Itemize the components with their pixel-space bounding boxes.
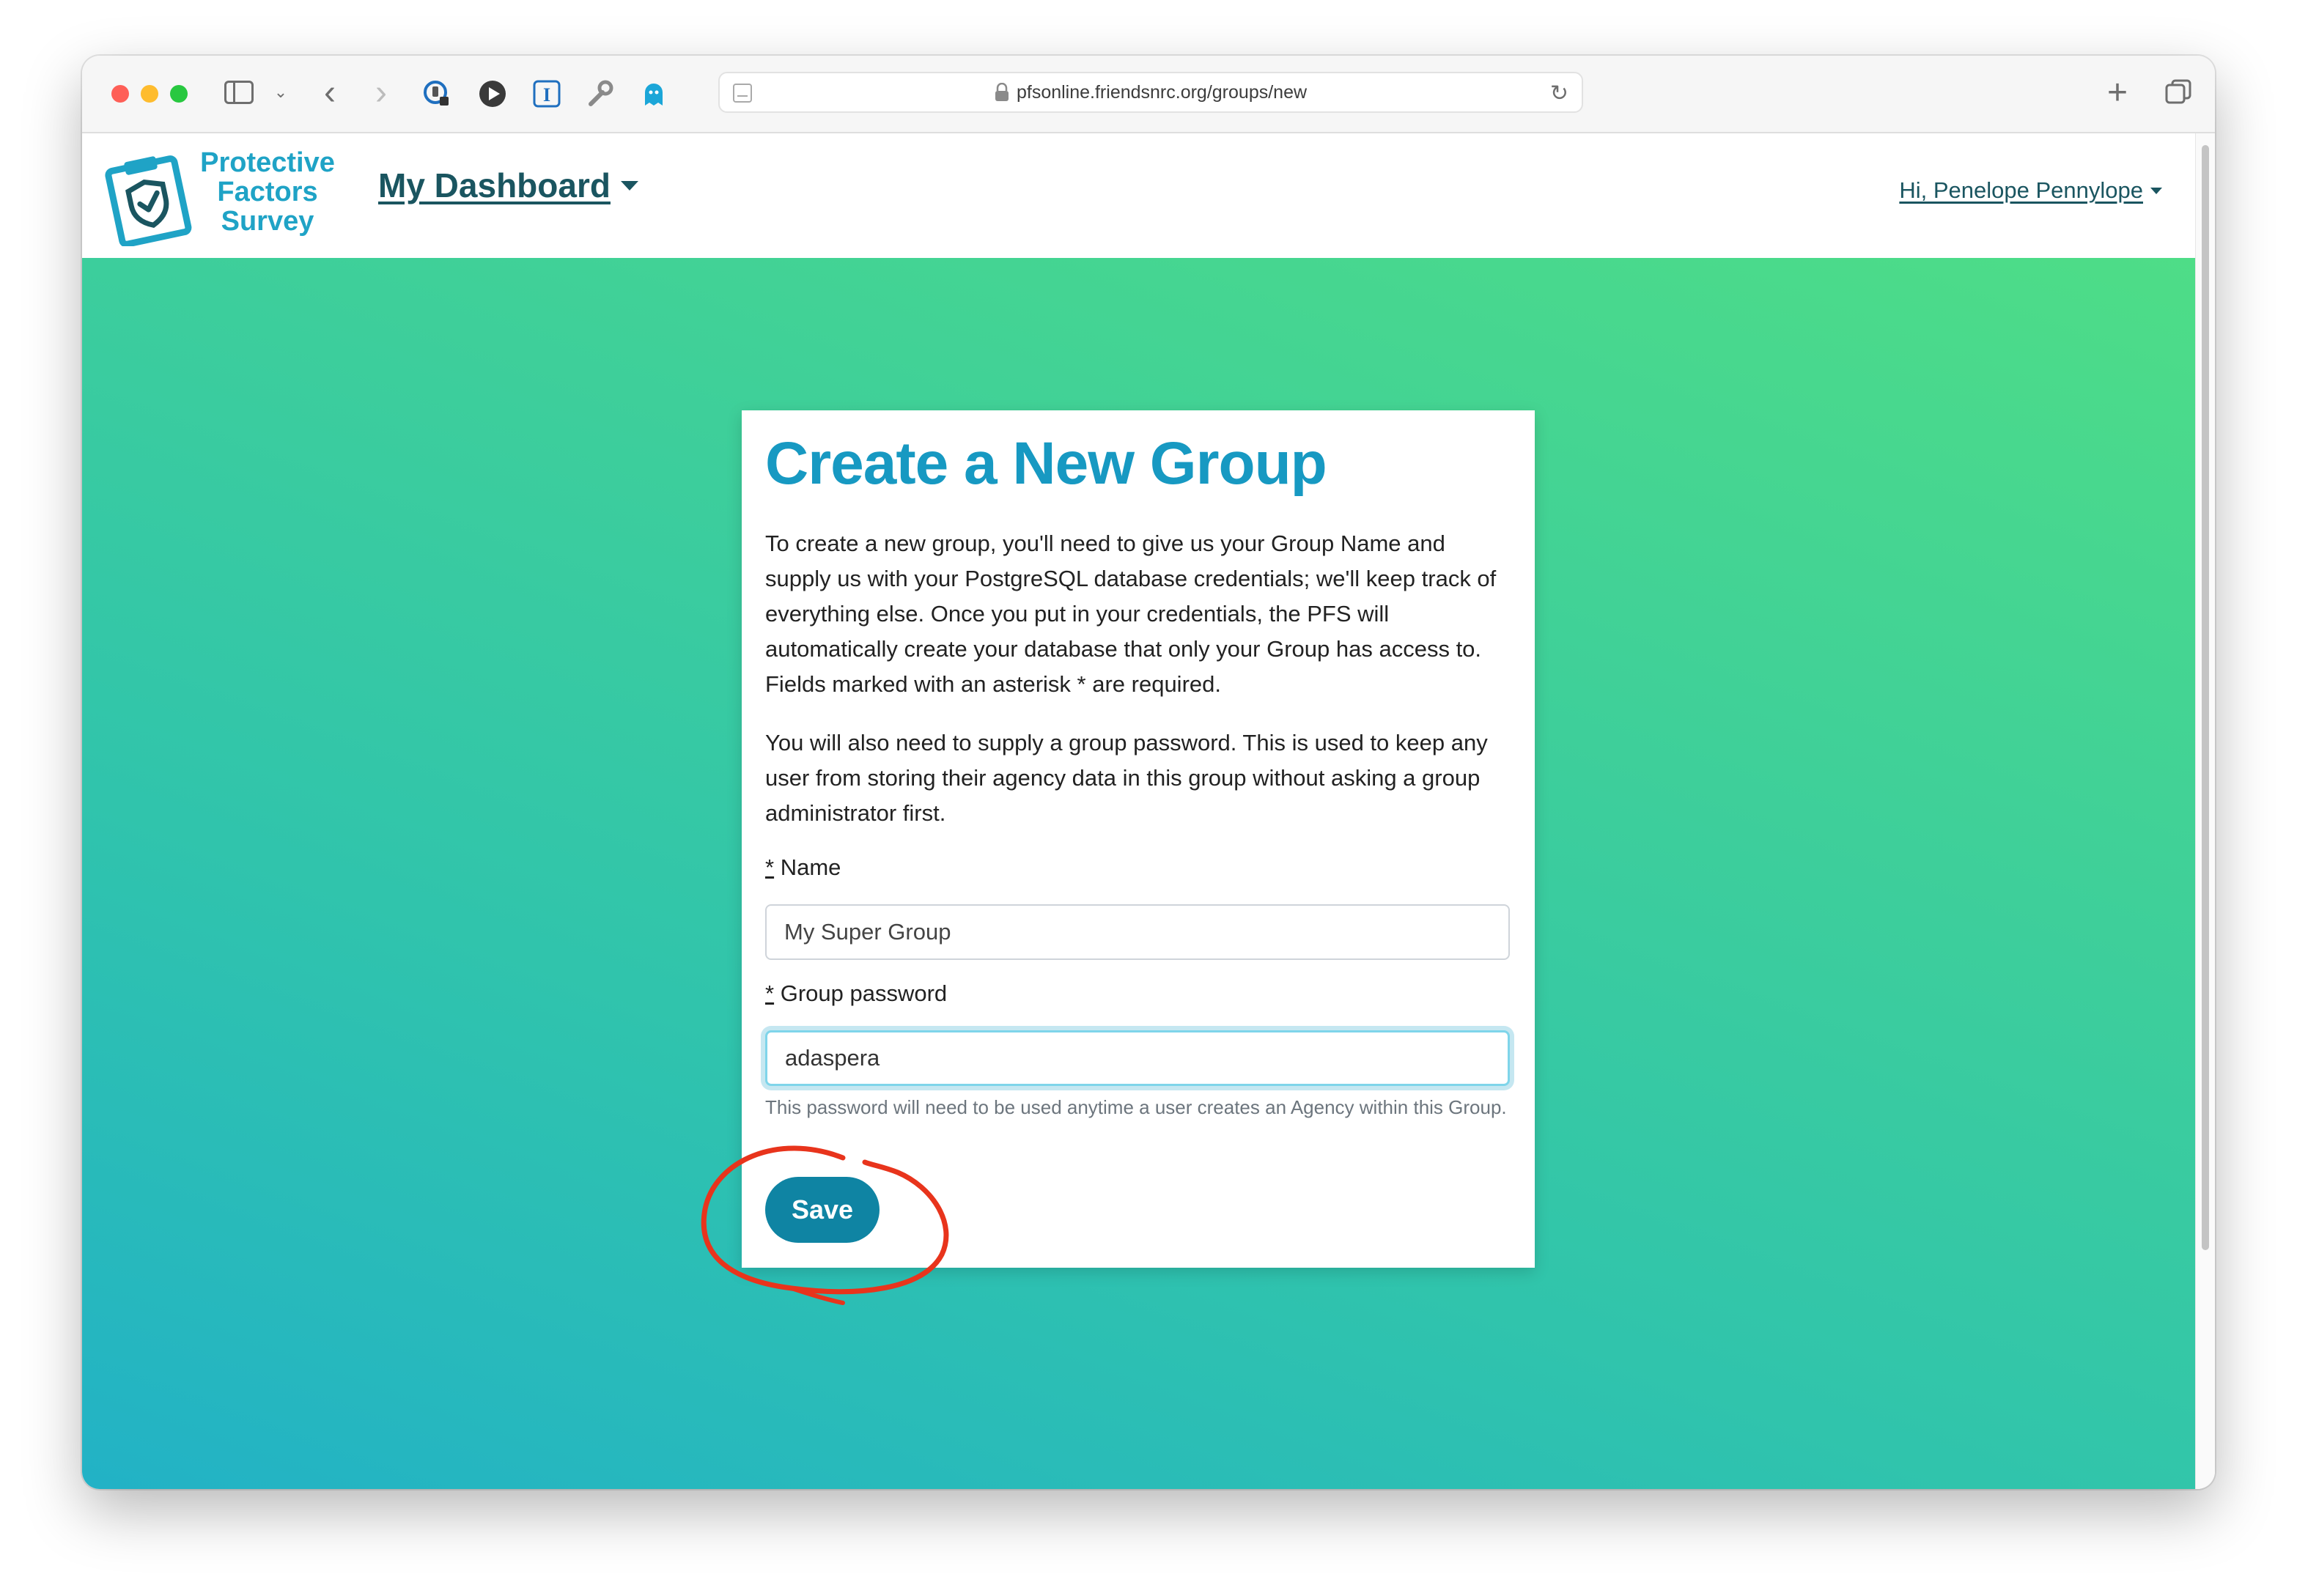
group-password-input[interactable]: [765, 1030, 1510, 1086]
play-extension-icon[interactable]: [476, 78, 509, 110]
address-bar[interactable]: pfsonline.friendsnrc.org/groups/new ↻: [718, 72, 1583, 113]
forward-arrow-icon[interactable]: ›: [366, 72, 396, 113]
user-menu[interactable]: Hi, Penelope Pennylope: [1899, 177, 2162, 204]
reload-icon[interactable]: ↻: [1550, 81, 1568, 106]
required-marker: *: [765, 854, 775, 880]
logo-line-3: Survey: [221, 206, 314, 237]
text-cursor-extension-icon[interactable]: I: [531, 78, 563, 110]
hero-background: Create a New Group To create a new group…: [82, 258, 2196, 1489]
user-menu-label: Hi, Penelope Pennylope: [1899, 177, 2143, 203]
browser-toolbar: ⌄ ‹ › I pfsonline.friendsnrc.org/groups/…: [82, 56, 2215, 133]
site-navbar: Protective Factors Survey My Dashboard H…: [82, 133, 2196, 258]
group-name-input[interactable]: [765, 904, 1510, 960]
lock-icon: [995, 83, 1009, 101]
shield-check-icon: [105, 155, 192, 246]
password-note-text: You will also need to supply a group pas…: [765, 730, 1488, 826]
svg-text:I: I: [543, 84, 550, 106]
scrollbar-thumb[interactable]: [2202, 145, 2209, 1250]
dashboard-menu-label: My Dashboard: [378, 166, 611, 204]
password-help-text: This password will need to be used anyti…: [765, 1096, 1507, 1118]
intro-text: To create a new group, you'll need to gi…: [765, 531, 1497, 697]
maximize-window-button[interactable]: [170, 85, 188, 103]
page-title: Create a New Group: [765, 430, 1327, 497]
logo-line-1: Protective: [200, 147, 335, 178]
caret-down-icon: [2150, 187, 2162, 194]
save-button[interactable]: Save: [765, 1177, 880, 1243]
caret-down-icon: [620, 180, 638, 191]
chevron-down-icon[interactable]: ⌄: [271, 78, 290, 107]
dashboard-menu[interactable]: My Dashboard: [378, 166, 638, 205]
ghost-extension-icon[interactable]: [638, 78, 670, 110]
password-label-text: Group password: [780, 980, 948, 1006]
close-window-button[interactable]: [111, 85, 129, 103]
tab-overview-icon[interactable]: [2164, 78, 2193, 107]
site-logo[interactable]: Protective Factors Survey: [103, 148, 344, 246]
url-text: pfsonline.friendsnrc.org/groups/new: [1016, 81, 1308, 103]
back-arrow-icon[interactable]: ‹: [315, 72, 344, 113]
minimize-window-button[interactable]: [141, 85, 158, 103]
page-scrollbar[interactable]: [2195, 133, 2215, 1489]
required-marker: *: [765, 980, 775, 1006]
web-page: Protective Factors Survey My Dashboard H…: [82, 133, 2196, 1489]
create-group-card: Create a New Group To create a new group…: [742, 410, 1535, 1268]
logo-text: Protective Factors Survey: [191, 148, 344, 236]
name-label: * Name: [765, 854, 841, 881]
sidebar-toggle-icon[interactable]: [224, 81, 254, 104]
browser-window: ⌄ ‹ › I pfsonline.friendsnrc.org/groups/…: [82, 56, 2215, 1489]
logo-line-2: Factors: [217, 177, 318, 207]
name-label-text: Name: [780, 854, 841, 880]
new-tab-icon[interactable]: +: [2099, 70, 2136, 114]
password-extension-icon[interactable]: [421, 78, 453, 110]
password-label: * Group password: [765, 980, 947, 1007]
wrench-icon[interactable]: [583, 78, 616, 110]
